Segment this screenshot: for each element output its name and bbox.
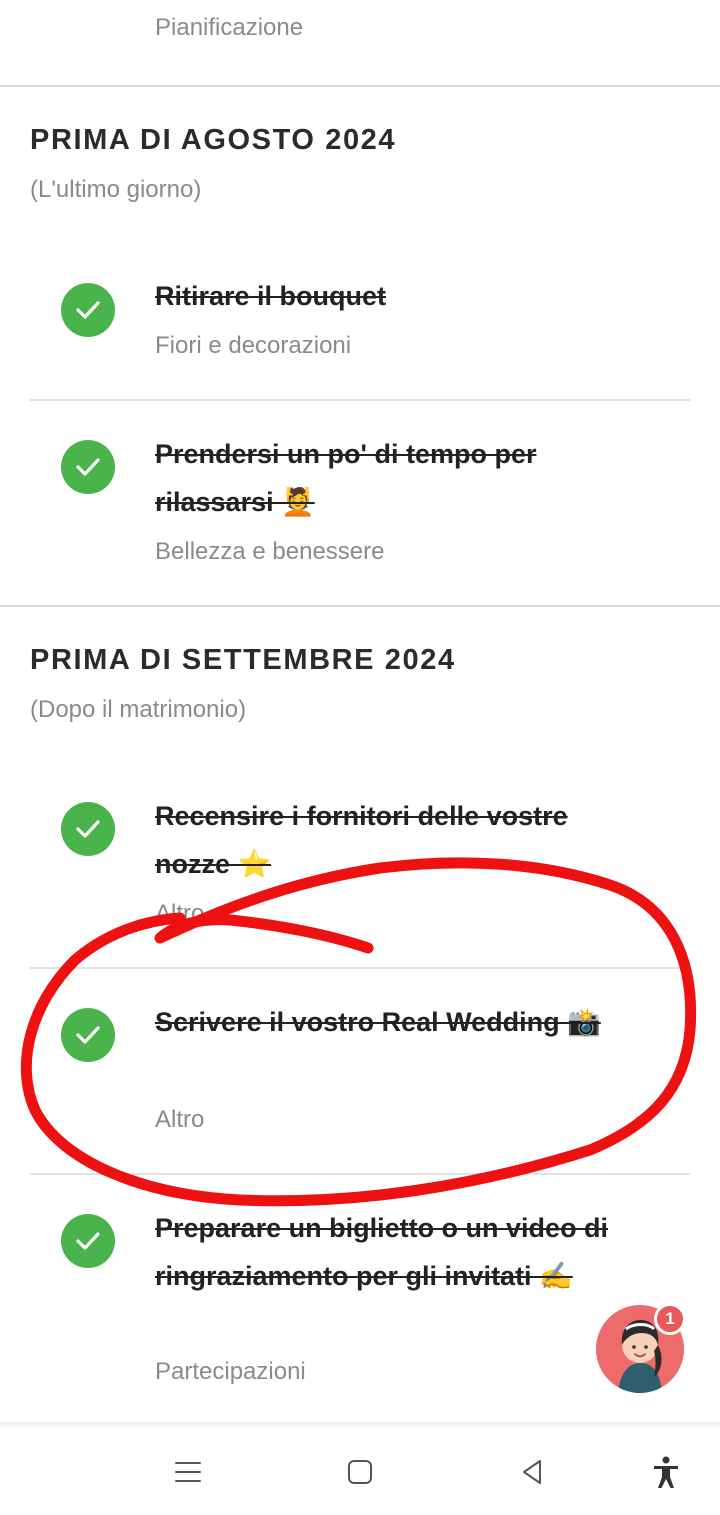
section-divider — [0, 605, 720, 607]
task-divider — [30, 399, 690, 401]
task-title: Preparare un biglietto o un video di rin… — [155, 1213, 609, 1291]
task-category: Altro — [155, 900, 205, 927]
task-item[interactable]: Prendersi un po' di tempo per rilassarsi… — [0, 420, 720, 605]
back-icon[interactable] — [510, 1450, 554, 1494]
check-icon[interactable] — [61, 802, 115, 856]
section-title: PRIMA DI SETTEMBRE 2024 — [30, 644, 456, 676]
section-divider — [0, 85, 720, 87]
section-subtitle: (Dopo il matrimonio) — [30, 696, 247, 723]
section-subtitle: (L'ultimo giorno) — [30, 176, 202, 203]
menu-icon[interactable] — [166, 1450, 210, 1494]
task-category: Altro — [155, 1106, 205, 1133]
task-category: Fiori e decorazioni — [155, 332, 352, 359]
accessibility-icon[interactable] — [644, 1450, 688, 1494]
task-item[interactable]: Scrivere il vostro Real Wedding 📸 Altro — [0, 988, 720, 1173]
task-divider — [30, 1173, 690, 1175]
task-divider — [30, 967, 690, 969]
task-title: Ritirare il bouquet — [155, 281, 387, 311]
task-title: Prendersi un po' di tempo per rilassarsi… — [155, 439, 537, 517]
task-title: Scrivere il vostro Real Wedding 📸 — [155, 1007, 601, 1037]
task-category: Pianificazione — [155, 14, 304, 41]
home-icon[interactable] — [338, 1450, 382, 1494]
task-category: Bellezza e benessere — [155, 538, 385, 565]
check-icon[interactable] — [61, 283, 115, 337]
task-item[interactable]: Ritirare il bouquet Fiori e decorazioni — [0, 260, 720, 400]
section-title: PRIMA DI AGOSTO 2024 — [30, 124, 397, 156]
system-navbar — [0, 1428, 720, 1515]
task-item[interactable]: Preparare un biglietto o un video di rin… — [0, 1194, 720, 1422]
check-icon[interactable] — [61, 440, 115, 494]
check-icon[interactable] — [61, 1008, 115, 1062]
task-item[interactable]: Recensire i fornitori delle vostre nozze… — [0, 782, 720, 967]
check-icon[interactable] — [61, 1214, 115, 1268]
task-category: Partecipazioni — [155, 1358, 306, 1385]
notification-badge: 1 — [654, 1303, 686, 1335]
task-title: Recensire i fornitori delle vostre nozze… — [155, 801, 568, 879]
